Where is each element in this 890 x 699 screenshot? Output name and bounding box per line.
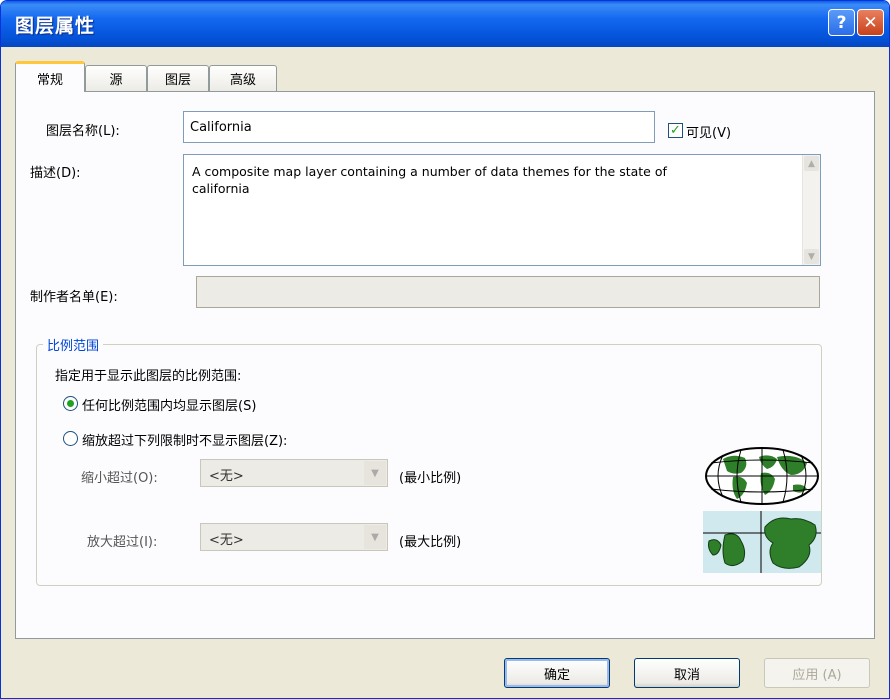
credits-label: 制作者名单(E): [30, 290, 118, 305]
layer-name-input[interactable] [183, 111, 655, 143]
general-tab-panel: 图层名称(L): ✓ 可见(V) 描述(D): A composite map … [15, 91, 875, 639]
check-mark-icon: ✓ [670, 123, 681, 138]
zoom-map-icon [703, 511, 821, 573]
description-label: 描述(D): [30, 166, 81, 181]
zoom-out-value: <无> [209, 469, 244, 484]
tab-layer[interactable]: 图层 [147, 65, 209, 91]
scale-range-group: 比例范围 指定用于显示此图层的比例范围: 任何比例范围内均显示图层(S) 缩放超… [36, 335, 822, 586]
layer-properties-dialog: 图层属性 ? ✕ 常规 源 图层 高级 图层名称(L): ✓ 可见(V) 描述(… [0, 0, 890, 699]
limit-scales-label: 缩放超过下列限制时不显示图层(Z): [82, 434, 288, 449]
description-scrollbar[interactable]: ▲ ▼ [802, 155, 820, 265]
apply-button[interactable]: 应用 (A) [764, 658, 870, 688]
visible-label: 可见(V) [686, 126, 732, 141]
chevron-down-icon[interactable]: ▼ [364, 525, 386, 549]
zoom-in-value: <无> [209, 533, 244, 548]
zoom-in-select[interactable]: <无> ▼ [200, 523, 388, 551]
description-text: A composite map layer containing a numbe… [192, 164, 667, 196]
close-icon: ✕ [863, 12, 878, 33]
visible-checkbox[interactable]: ✓ [668, 123, 683, 138]
title-bar[interactable]: 图层属性 ? ✕ [1, 1, 889, 47]
cancel-button[interactable]: 取消 [634, 658, 740, 688]
tab-source[interactable]: 源 [85, 65, 147, 91]
chevron-down-icon[interactable]: ▼ [364, 461, 386, 485]
close-button[interactable]: ✕ [857, 9, 884, 36]
radio-limit-scales[interactable] [63, 431, 78, 446]
window-title: 图层属性 [15, 15, 96, 37]
credits-input[interactable] [196, 276, 820, 308]
zoom-in-label: 放大超过(I): [87, 535, 158, 550]
zoom-in-suffix: (最大比例) [399, 535, 462, 550]
help-button[interactable]: ? [828, 9, 855, 36]
radio-show-all-scales[interactable] [63, 396, 78, 411]
globe-icon [705, 447, 819, 505]
help-icon: ? [836, 12, 847, 33]
show-all-scales-label: 任何比例范围内均显示图层(S) [82, 399, 257, 414]
description-textarea[interactable]: A composite map layer containing a numbe… [183, 154, 821, 266]
radio-selected-dot [67, 400, 74, 407]
ok-button[interactable]: 确定 [504, 658, 610, 688]
zoom-out-label: 缩小超过(O): [81, 471, 158, 486]
tab-general[interactable]: 常规 [15, 61, 85, 92]
tab-advanced[interactable]: 高级 [209, 65, 277, 91]
scale-range-title: 比例范围 [43, 335, 104, 354]
zoom-out-suffix: (最小比例) [399, 471, 462, 486]
zoom-out-select[interactable]: <无> ▼ [200, 459, 388, 487]
scroll-down-icon[interactable]: ▼ [804, 249, 819, 264]
scale-range-instruction: 指定用于显示此图层的比例范围: [55, 369, 242, 384]
layer-name-label: 图层名称(L): [46, 124, 120, 139]
scroll-up-icon[interactable]: ▲ [804, 156, 819, 171]
